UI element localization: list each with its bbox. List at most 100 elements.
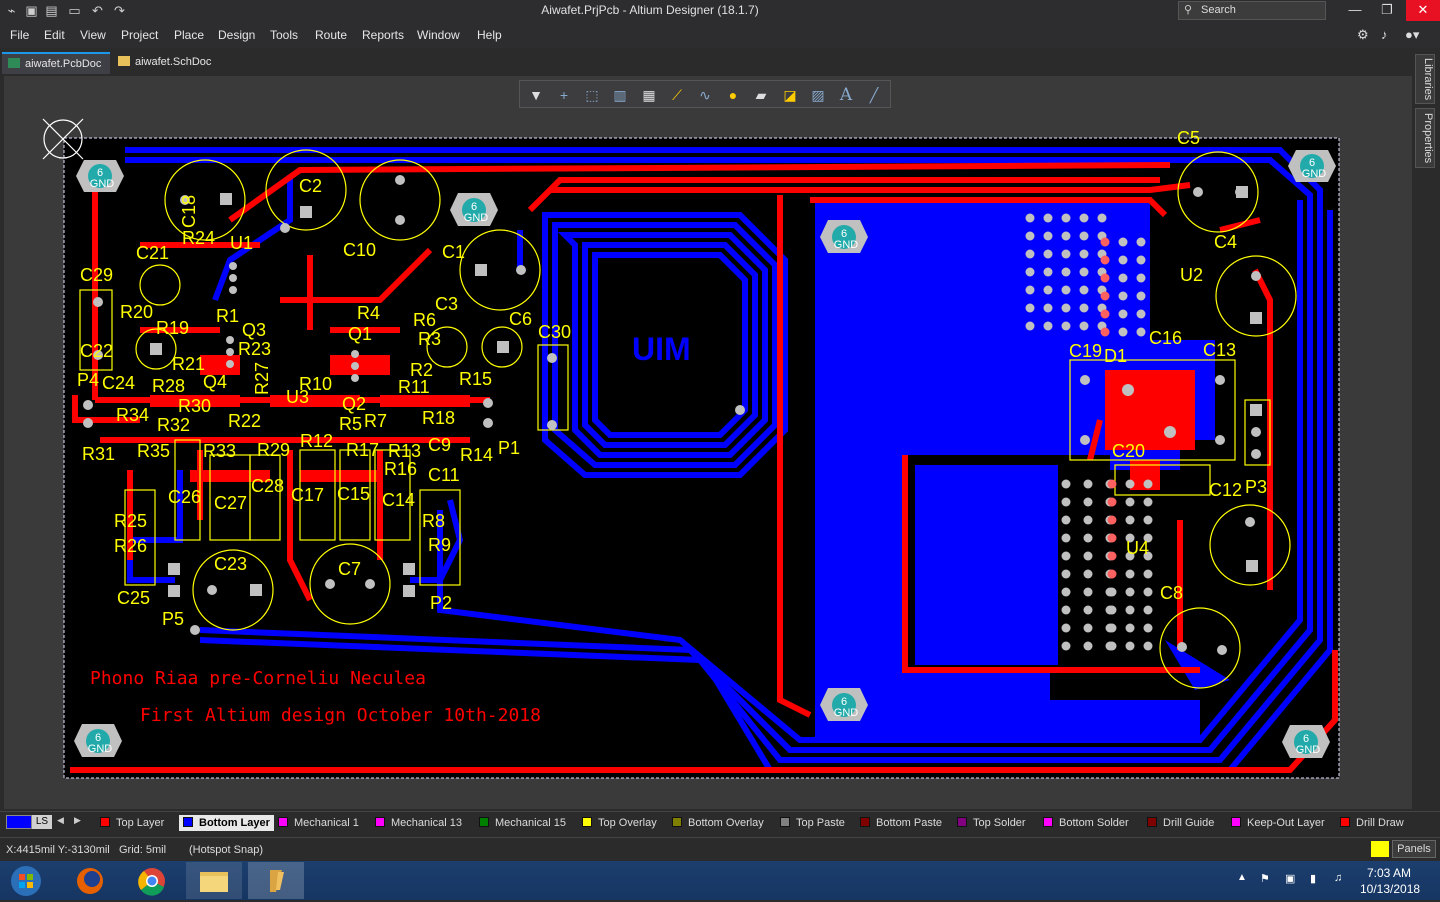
close-button[interactable]: ✕ <box>1406 0 1440 21</box>
panels-button[interactable]: Panels <box>1392 840 1436 858</box>
menu-file[interactable]: File <box>10 28 29 42</box>
via <box>1061 587 1071 597</box>
properties-panel-tab[interactable]: Properties <box>1415 108 1435 168</box>
select-rect-icon[interactable]: ⬚ <box>581 84 603 106</box>
action-center-icon[interactable]: ⚑ <box>1260 872 1270 885</box>
designator-label: R4 <box>357 303 380 323</box>
crosshair-icon[interactable]: + <box>553 84 575 106</box>
tab-schdoc[interactable]: aiwafet.SchDoc <box>112 52 222 74</box>
line-icon[interactable]: ╱ <box>863 84 885 106</box>
layer-scroll-left-icon[interactable]: ◀ <box>57 815 69 829</box>
via <box>1083 605 1093 615</box>
layer-tab-mechanical-15[interactable]: Mechanical 15 <box>479 815 566 831</box>
layer-tab-bottom-layer[interactable]: Bottom Layer <box>179 815 274 831</box>
menu-route[interactable]: Route <box>315 28 347 42</box>
printer-icon[interactable]: ▣ <box>1285 872 1295 885</box>
settings-gear-icon[interactable]: ⚙ <box>1357 27 1369 43</box>
search-icon: ⚲ <box>1184 4 1193 16</box>
menu-reports[interactable]: Reports <box>362 28 404 42</box>
chrome-taskbar-icon[interactable] <box>124 862 180 899</box>
layer-scroll-right-icon[interactable]: ▶ <box>74 815 86 829</box>
via <box>1100 237 1110 247</box>
layer-tab-label: Keep-Out Layer <box>1247 817 1325 829</box>
menu-tools[interactable]: Tools <box>270 28 298 42</box>
layer-tab-bottom-overlay[interactable]: Bottom Overlay <box>672 815 764 831</box>
component-icon[interactable]: ▦ <box>638 84 660 106</box>
tray-expand-icon[interactable]: ▲ <box>1237 872 1247 883</box>
layer-set-indicator[interactable]: LS <box>32 815 52 829</box>
route-icon[interactable]: ⟋ <box>666 84 688 106</box>
chart-icon[interactable]: ▥ <box>609 84 631 106</box>
windows-taskbar: ▲ ⚑ ▣ ▮ ♫ 7:03 AM 10/13/2018 <box>0 861 1440 900</box>
tab-pcbdoc[interactable]: aiwafet.PcbDoc <box>2 52 110 74</box>
layer-tab-top-overlay[interactable]: Top Overlay <box>582 815 657 831</box>
designator-label: R3 <box>418 329 441 349</box>
layer-tab-mechanical-13[interactable]: Mechanical 13 <box>375 815 462 831</box>
via <box>1061 623 1071 633</box>
designator-label: R24 <box>182 228 215 248</box>
maximize-button[interactable]: ❐ <box>1372 0 1402 21</box>
designator-label: R7 <box>364 411 387 431</box>
via <box>1079 231 1089 241</box>
via <box>1079 303 1089 313</box>
designator-label: D1 <box>1104 346 1127 366</box>
layer-tab-top-solder[interactable]: Top Solder <box>957 815 1026 831</box>
altium-taskbar-icon[interactable] <box>248 862 304 899</box>
libraries-panel-tab[interactable]: Libraries <box>1415 54 1435 104</box>
menu-help[interactable]: Help <box>477 28 502 42</box>
layer-tab-drill-draw[interactable]: Drill Draw <box>1340 815 1404 831</box>
current-layer-swatch[interactable] <box>6 815 32 829</box>
pcb-workspace[interactable]: 6 GND 6 GND 6 GND 6 GND 6 GND 6 GND 6 GND <box>4 76 1412 809</box>
layer-tab-drill-guide[interactable]: Drill Guide <box>1147 815 1214 831</box>
file-explorer-taskbar-icon[interactable] <box>186 862 242 899</box>
designator-label: R23 <box>238 339 271 359</box>
minimize-button[interactable]: — <box>1340 0 1370 21</box>
layer-color-swatch <box>672 817 682 827</box>
layer-tab-bottom-paste[interactable]: Bottom Paste <box>860 815 942 831</box>
pad-icon[interactable]: ● <box>722 84 744 106</box>
menu-edit[interactable]: Edit <box>44 28 65 42</box>
menu-project[interactable]: Project <box>121 28 158 42</box>
polygon-icon[interactable]: ▰ <box>750 84 772 106</box>
fill-icon[interactable]: ▨ <box>807 84 829 106</box>
clock-time[interactable]: 7:03 AM <box>1367 866 1411 880</box>
volume-icon[interactable]: ♫ <box>1334 872 1342 884</box>
layer-tab-mechanical-1[interactable]: Mechanical 1 <box>278 815 359 831</box>
network-icon[interactable]: ▮ <box>1310 872 1316 885</box>
layer-tab-top-layer[interactable]: Top Layer <box>100 815 164 831</box>
designator-label: R32 <box>157 415 190 435</box>
interactive-route-icon[interactable]: ∿ <box>694 84 716 106</box>
menu-window[interactable]: Window <box>417 28 460 42</box>
via <box>1136 309 1146 319</box>
designator-label: R20 <box>120 302 153 322</box>
layer-tab-keep-out-layer[interactable]: Keep-Out Layer <box>1231 815 1325 831</box>
designator-label: C5 <box>1177 128 1200 148</box>
firefox-taskbar-icon[interactable] <box>62 862 118 899</box>
designator-label: R26 <box>114 536 147 556</box>
start-button[interactable] <box>0 862 56 899</box>
menu-view[interactable]: View <box>80 28 106 42</box>
layer-color-swatch <box>479 817 489 827</box>
menu-design[interactable]: Design <box>218 28 255 42</box>
user-account-icon[interactable]: ●▾ <box>1405 27 1419 43</box>
clock-date[interactable]: 10/13/2018 <box>1360 882 1420 896</box>
designator-label: C15 <box>337 484 370 504</box>
menu-place[interactable]: Place <box>174 28 204 42</box>
designator-label: C9 <box>428 435 451 455</box>
text-icon[interactable]: A <box>835 84 857 106</box>
via <box>1061 267 1071 277</box>
search-input[interactable]: ⚲ Search <box>1178 1 1326 20</box>
notifications-bell-icon[interactable]: ♪ <box>1381 27 1388 42</box>
filter-icon[interactable]: ▼ <box>525 84 547 106</box>
via <box>1079 249 1089 259</box>
layer-tab-top-paste[interactable]: Top Paste <box>780 815 845 831</box>
right-panel-strip: Libraries Properties <box>1412 52 1440 812</box>
menu-bar: File Edit View Project Place Design Tool… <box>0 22 1440 48</box>
region-icon[interactable]: ◪ <box>779 84 801 106</box>
designator-label: P2 <box>430 593 452 613</box>
via <box>1061 249 1071 259</box>
pcb-canvas[interactable]: 6GND 6GND 6GND 6GND 6GND 6GND 6GND C18C2… <box>4 76 1412 809</box>
layer-tab-bottom-solder[interactable]: Bottom Solder <box>1043 815 1129 831</box>
designator-label: R15 <box>459 369 492 389</box>
via <box>1083 533 1093 543</box>
